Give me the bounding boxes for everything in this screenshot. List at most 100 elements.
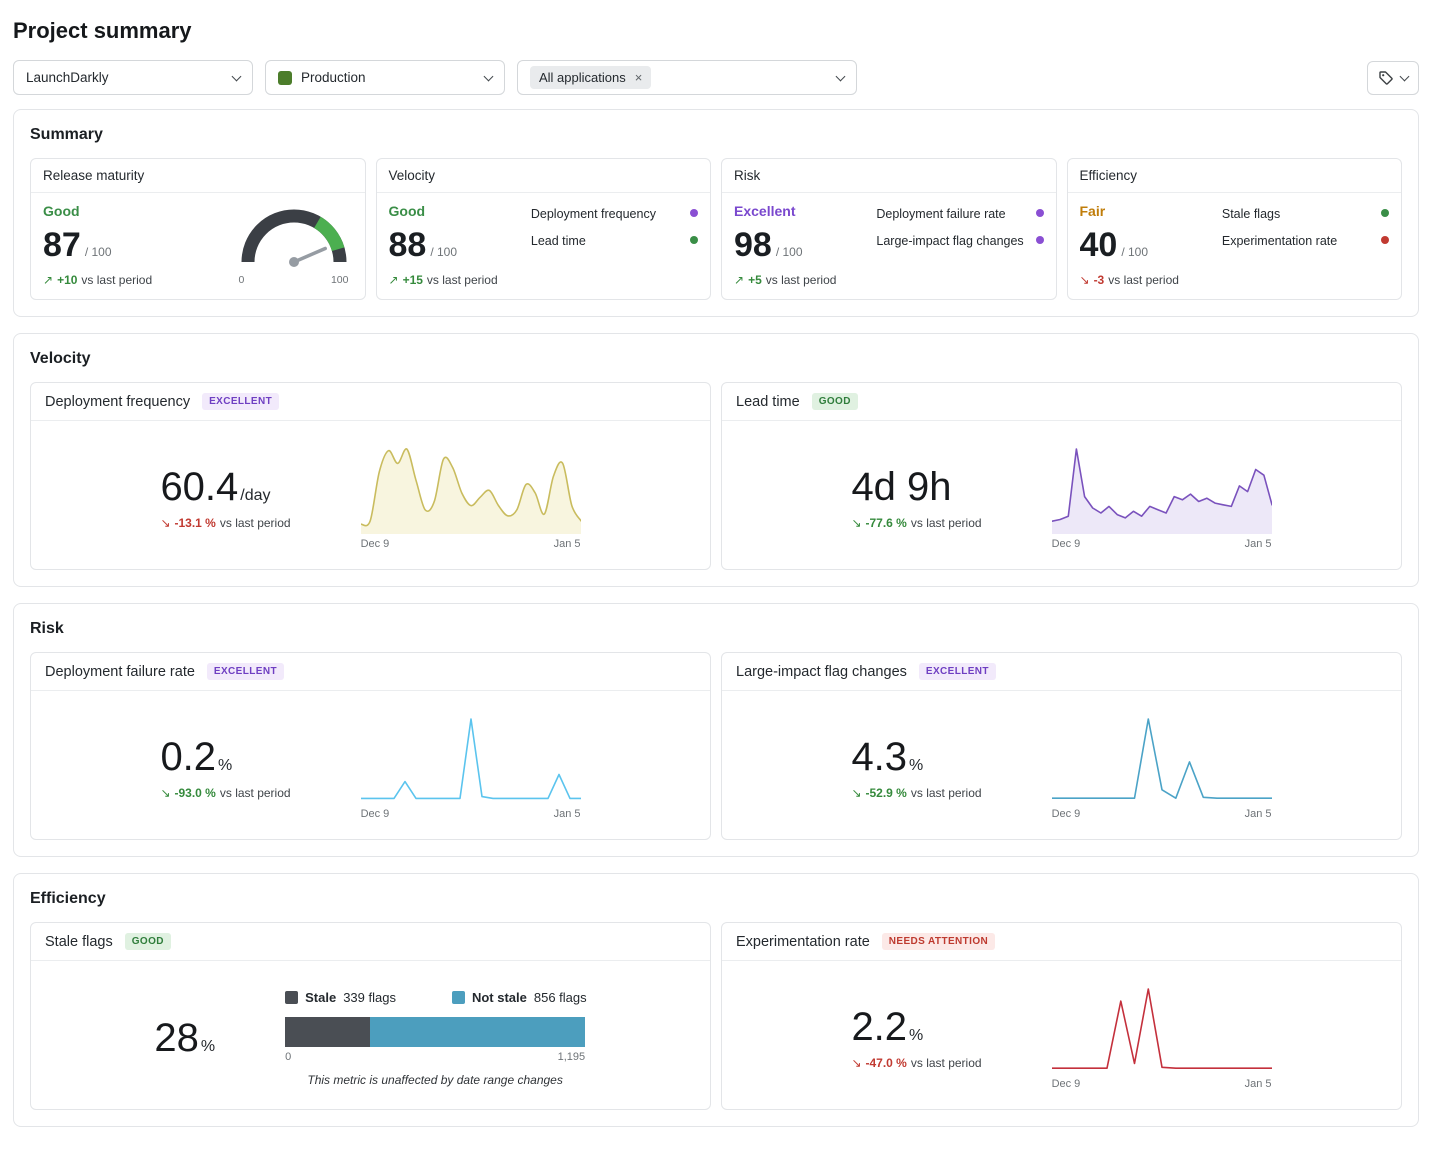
- summary-section-title: Summary: [30, 126, 1402, 144]
- chip-remove-icon[interactable]: ×: [635, 71, 643, 84]
- summary-metric-list: Stale flags Experimentation rate: [1222, 203, 1389, 287]
- risk-cards-row: Deployment failure rate EXCELLENT 0.2 % …: [30, 652, 1402, 840]
- trend-icon: ↘: [851, 786, 861, 800]
- metric-value-block: 60.4 /day ↘ -13.1 % vs last period: [160, 467, 290, 530]
- metric-value-row: 4d 9h: [851, 467, 981, 507]
- metric-card-header: Stale flags GOOD: [31, 923, 710, 961]
- list-item: Stale flags: [1222, 206, 1389, 222]
- metric-card-body: 60.4 /day ↘ -13.1 % vs last period Dec 9: [31, 421, 710, 569]
- applications-select[interactable]: All applications ×: [517, 60, 857, 95]
- chevron-down-icon: [836, 71, 846, 81]
- score-max: / 100: [430, 245, 457, 259]
- summary-card-body: Excellent 98 / 100 ↗ +5 vs last period: [722, 193, 1056, 299]
- x-axis-start-label: Dec 9: [1052, 808, 1081, 820]
- trend-icon: ↘: [851, 1056, 861, 1070]
- metric-value: 60.4: [160, 467, 238, 507]
- release-maturity-gauge: 0 100: [235, 205, 353, 287]
- score-delta: ↘ -3 vs last period: [1080, 273, 1179, 287]
- metric-chart: Dec 9 Jan 5: [361, 446, 581, 550]
- bar-segment-not-stale: [370, 1017, 585, 1047]
- metric-label: Stale flags: [1222, 206, 1280, 222]
- x-axis-end-label: Jan 5: [1245, 808, 1272, 820]
- metric-title: Large-impact flag changes: [736, 664, 907, 680]
- delta-suffix: vs last period: [427, 273, 498, 287]
- metric-title: Stale flags: [45, 934, 113, 950]
- delta-suffix: vs last period: [220, 786, 291, 800]
- metric-delta: ↘ -13.1 % vs last period: [160, 516, 290, 530]
- bar-axis-max: 1,195: [558, 1051, 586, 1063]
- summary-card-body: Good 88 / 100 ↗ +15 vs last period: [377, 193, 711, 299]
- x-axis-end-label: Jan 5: [1245, 1078, 1272, 1090]
- summary-card-title: Release maturity: [31, 159, 365, 193]
- metric-value-block: 0.2 % ↘ -93.0 % vs last period: [160, 737, 290, 800]
- sparkline-chart: [361, 446, 581, 534]
- summary-grid: Release maturity Good 87 / 100 ↗ +10 vs …: [30, 158, 1402, 300]
- x-axis-end-label: Jan 5: [1245, 538, 1272, 550]
- gauge-min-label: 0: [239, 274, 245, 286]
- gauge-max-label: 100: [331, 274, 349, 286]
- status-dot: [1036, 236, 1044, 244]
- legend-item-stale: Stale 339 flags: [285, 990, 396, 1005]
- metric-value: 28: [154, 1018, 199, 1058]
- velocity-cards-row: Deployment frequency EXCELLENT 60.4 /day…: [30, 382, 1402, 570]
- summary-card-release-maturity: Release maturity Good 87 / 100 ↗ +10 vs …: [30, 158, 366, 300]
- score-row: 87 / 100: [43, 228, 152, 264]
- list-item: Lead time: [531, 233, 698, 249]
- project-select[interactable]: LaunchDarkly: [13, 60, 253, 95]
- x-axis-end-label: Jan 5: [554, 538, 581, 550]
- metric-value-row: 0.2 %: [160, 737, 290, 777]
- gauge-chart: [235, 205, 353, 274]
- metric-value-block: 4.3 % ↘ -52.9 % vs last period: [851, 737, 981, 800]
- environment-select[interactable]: Production: [265, 60, 505, 95]
- risk-section-title: Risk: [30, 620, 1402, 638]
- filter-bar: LaunchDarkly Production All applications…: [13, 60, 1419, 95]
- metric-card-body: 0.2 % ↘ -93.0 % vs last period Dec 9: [31, 691, 710, 839]
- delta-value: -77.6 %: [866, 516, 907, 530]
- list-item: Large-impact flag changes: [876, 233, 1043, 249]
- metric-value-row: 4.3 %: [851, 737, 981, 777]
- status-badge: EXCELLENT: [919, 663, 996, 680]
- summary-section: Summary Release maturity Good 87 / 100 ↗…: [13, 109, 1419, 317]
- metric-title: Lead time: [736, 394, 800, 410]
- list-item: Experimentation rate: [1222, 233, 1389, 249]
- summary-card-efficiency: Efficiency Fair 40 / 100 ↘ -3 vs last pe…: [1067, 158, 1403, 300]
- score-row: 88 / 100: [389, 228, 498, 264]
- page-title: Project summary: [13, 18, 1419, 44]
- list-item: Deployment failure rate: [876, 206, 1043, 222]
- summary-card-body: Good 87 / 100 ↗ +10 vs last period: [31, 193, 365, 299]
- score-delta: ↗ +5 vs last period: [734, 273, 836, 287]
- metric-value-block: 28 %: [154, 1018, 215, 1058]
- status-dot: [1381, 209, 1389, 217]
- metric-label: Deployment failure rate: [876, 206, 1005, 222]
- metric-value: 4d 9h: [851, 467, 951, 507]
- metric-chart: Dec 9 Jan 5: [361, 716, 581, 820]
- score-max: / 100: [85, 245, 112, 259]
- trend-icon: ↗: [43, 273, 53, 287]
- score-value: 40: [1080, 228, 1118, 264]
- summary-card-body: Fair 40 / 100 ↘ -3 vs last period: [1068, 193, 1402, 299]
- metric-title: Experimentation rate: [736, 934, 870, 950]
- trend-icon: ↘: [160, 516, 170, 530]
- efficiency-cards-row: Stale flags GOOD 28 % St: [30, 922, 1402, 1110]
- metric-note: This metric is unaffected by date range …: [285, 1073, 585, 1087]
- metric-card-header: Deployment frequency EXCELLENT: [31, 383, 710, 421]
- metric-delta: ↘ -52.9 % vs last period: [851, 786, 981, 800]
- chart-x-axis: Dec 9 Jan 5: [361, 538, 581, 550]
- rating-label: Excellent: [734, 203, 836, 219]
- metric-unit: %: [909, 1027, 923, 1045]
- gauge-axis-labels: 0 100: [239, 274, 349, 286]
- summary-metric-list: Deployment failure rate Large-impact fla…: [876, 203, 1043, 287]
- rating-label: Fair: [1080, 203, 1179, 219]
- delta-value: +5: [748, 273, 762, 287]
- summary-card-left: Good 88 / 100 ↗ +15 vs last period: [389, 203, 498, 287]
- metric-card-large-impact-flag-changes: Large-impact flag changes EXCELLENT 4.3 …: [721, 652, 1402, 840]
- metric-unit: %: [218, 757, 232, 775]
- tag-icon: [1378, 70, 1394, 86]
- metric-card-header: Lead time GOOD: [722, 383, 1401, 421]
- metric-title: Deployment frequency: [45, 394, 190, 410]
- metric-value-block: 2.2 % ↘ -47.0 % vs last period: [851, 1007, 981, 1070]
- trend-icon: ↘: [851, 516, 861, 530]
- metric-card-header: Large-impact flag changes EXCELLENT: [722, 653, 1401, 691]
- delta-suffix: vs last period: [766, 273, 837, 287]
- tag-filter-button[interactable]: [1367, 61, 1419, 95]
